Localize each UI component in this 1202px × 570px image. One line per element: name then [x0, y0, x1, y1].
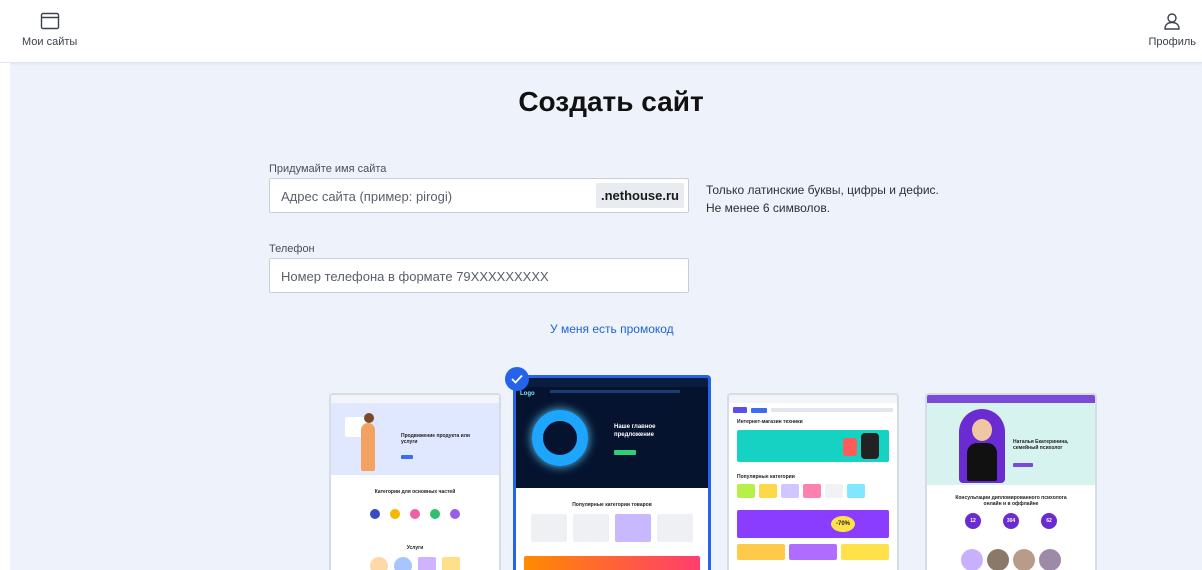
category-tiles [516, 514, 708, 542]
template-card-store[interactable]: Logo Наше главное предложение Популярные… [513, 375, 711, 570]
template-heading: Наталья Екатеринина, семейный психолог [1013, 439, 1069, 451]
portrait-body [967, 443, 997, 481]
stat-badge: 62 [1041, 513, 1057, 529]
selected-check-icon [505, 367, 529, 391]
template-card-marketplace[interactable]: Интернет-магазин техники Популярные кате… [727, 393, 899, 570]
site-name-placeholder: Адрес сайта (пример: pirogi) [281, 189, 453, 204]
hint-line-2: Не менее 6 символов. [706, 201, 831, 215]
stat-badge: 12 [965, 513, 981, 529]
template-header [729, 403, 897, 417]
phone-label: Телефон [269, 243, 315, 255]
phone-input[interactable]: Номер телефона в формате 79XXXXXXXXX [269, 258, 689, 293]
site-name-hint: Только латинские буквы, цифры и дефис. Н… [706, 181, 939, 217]
left-gutter [0, 63, 10, 570]
person-illustration [361, 423, 375, 471]
template-heading: Наше главное предложение [614, 424, 656, 438]
profile-label: Профиль [1148, 36, 1197, 48]
category-dots [331, 509, 499, 519]
hero-banner [737, 430, 889, 462]
sale-badge: -70% [831, 516, 855, 532]
category-tiles [729, 480, 897, 498]
site-name-input[interactable]: Адрес сайта (пример: pirogi) .nethouse.r… [269, 178, 689, 213]
template-logo: Logo [520, 391, 535, 397]
template-nav-bar [927, 395, 1095, 403]
sale-banner: -70% [737, 510, 889, 538]
phone-placeholder: Номер телефона в формате 79XXXXXXXXX [281, 269, 549, 284]
hint-line-1: Только латинские буквы, цифры и дефис. [706, 183, 939, 197]
template-nav-bar [331, 395, 499, 403]
page-title: Создать сайт [518, 86, 704, 117]
offer-tiles [729, 538, 897, 560]
top-bar: Мои сайты Профиль [0, 0, 1202, 63]
profile-nav[interactable]: Профиль [1148, 12, 1197, 48]
template-heading: Продвижение продукта или услуги [401, 433, 471, 445]
promo-banner [524, 556, 700, 570]
browser-window-icon [40, 12, 60, 30]
stat-badge: 304 [1003, 513, 1019, 529]
template-hero: Наталья Екатеринина, семейный психолог [927, 403, 1095, 485]
hero-button [614, 450, 636, 455]
template-section-title: Консультации дипломированного психолога … [955, 495, 1067, 507]
template-section-title-2: Услуги [406, 545, 424, 551]
portrait-face [972, 419, 992, 441]
template-hero: Logo Наше главное предложение [516, 378, 708, 488]
template-section-title: Категории для основных частей [374, 489, 456, 495]
user-icon [1163, 12, 1181, 30]
template-hero: Продвижение продукта или услуги [331, 403, 499, 475]
hero-button [1013, 463, 1033, 467]
template-card-services[interactable]: Продвижение продукта или услуги Категори… [329, 393, 501, 570]
gallery-tiles [927, 549, 1095, 570]
promo-code-link[interactable]: У меня есть промокод [550, 322, 674, 336]
my-sites-label: Мои сайты [22, 36, 78, 48]
service-tiles [331, 557, 499, 570]
template-card-psychologist[interactable]: Наталья Екатеринина, семейный психолог К… [925, 393, 1097, 570]
site-name-label: Придумайте имя сайта [269, 163, 387, 175]
my-sites-nav[interactable]: Мои сайты [22, 12, 77, 48]
template-section-title: Популярные категории товаров [572, 502, 652, 508]
ring-illustration [532, 410, 588, 466]
template-nav-bar [729, 395, 897, 403]
template-section-title: Интернет-магазин техники [737, 419, 803, 425]
stats-row: 12 304 62 [927, 513, 1095, 529]
domain-suffix: .nethouse.ru [595, 183, 684, 208]
person-head [364, 413, 374, 423]
hero-button [401, 455, 413, 459]
